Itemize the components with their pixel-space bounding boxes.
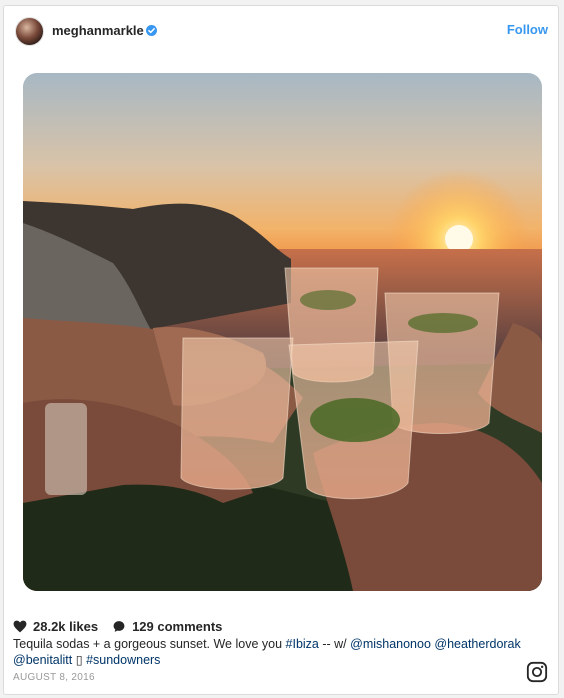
post-date: AUGUST 8, 2016 <box>13 672 95 683</box>
engagement-bar: 28.2k likes 129 comments <box>13 617 222 635</box>
post-photo[interactable] <box>23 73 542 591</box>
username-link[interactable]: meghanmarkle <box>52 23 144 38</box>
post-header: meghanmarkle Follow <box>4 6 558 56</box>
likes-count: 28.2k likes <box>33 618 99 634</box>
hashtag-ibiza[interactable]: #Ibiza <box>286 637 319 651</box>
heart-icon[interactable] <box>13 620 27 633</box>
instagram-icon[interactable] <box>526 661 548 683</box>
sunset-toast-photo <box>23 73 542 591</box>
hashtag-sundowners[interactable]: #sundowners <box>86 653 160 667</box>
post-caption: Tequila sodas + a gorgeous sunset. We lo… <box>13 636 523 668</box>
comments-count[interactable]: 129 comments <box>132 619 222 634</box>
comment-bubble-icon[interactable] <box>112 620 126 633</box>
caption-connector: -- w/ <box>318 637 351 651</box>
caption-glyph: ▯ <box>72 653 87 667</box>
avatar[interactable] <box>15 17 44 46</box>
post-card: meghanmarkle Follow 28.2k likes 129 comm… <box>3 5 559 695</box>
follow-button[interactable]: Follow <box>507 22 548 37</box>
caption-text: Tequila sodas + a gorgeous sunset. We lo… <box>13 637 286 651</box>
mention-heatherdorak[interactable]: @heatherdorak <box>434 637 520 651</box>
verified-badge-icon <box>146 25 157 36</box>
mention-benitalitt[interactable]: @benitalitt <box>13 653 72 667</box>
mention-mishanonoo[interactable]: @mishanonoo <box>350 637 431 651</box>
